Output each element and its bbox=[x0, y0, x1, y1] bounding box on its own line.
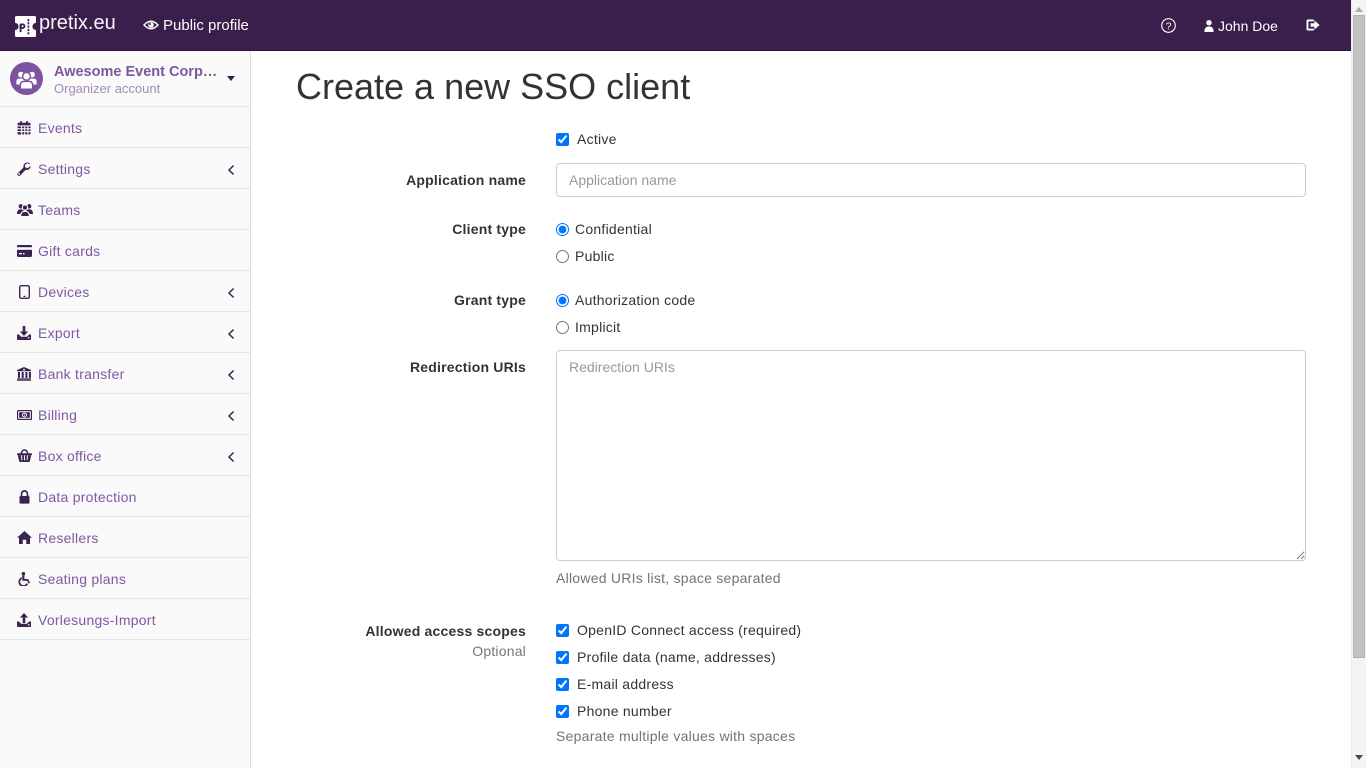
svg-text:?: ? bbox=[1166, 20, 1172, 32]
